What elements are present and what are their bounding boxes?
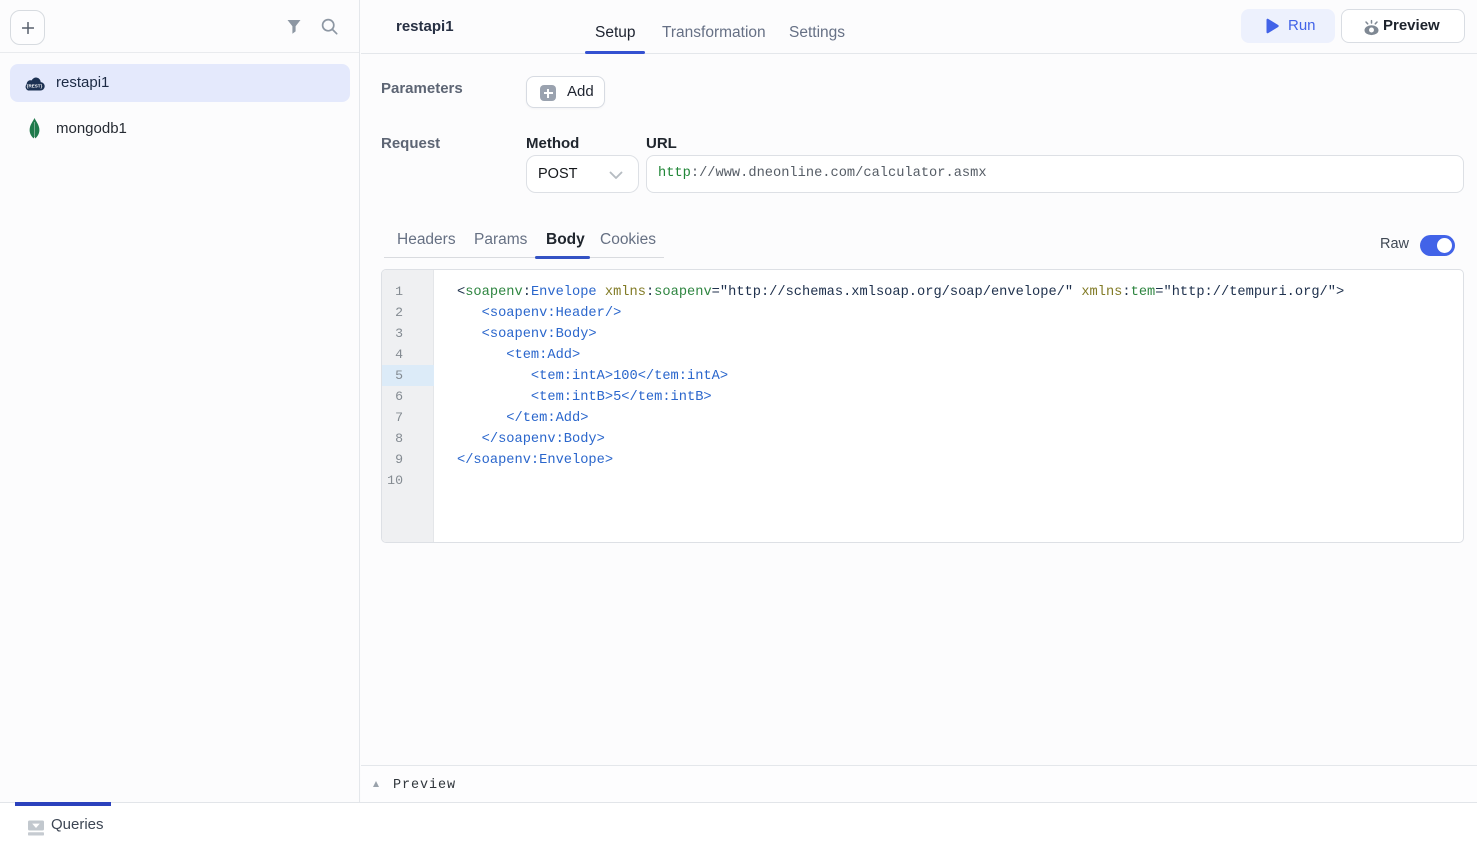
svg-text:{REST}: {REST} — [27, 83, 43, 88]
